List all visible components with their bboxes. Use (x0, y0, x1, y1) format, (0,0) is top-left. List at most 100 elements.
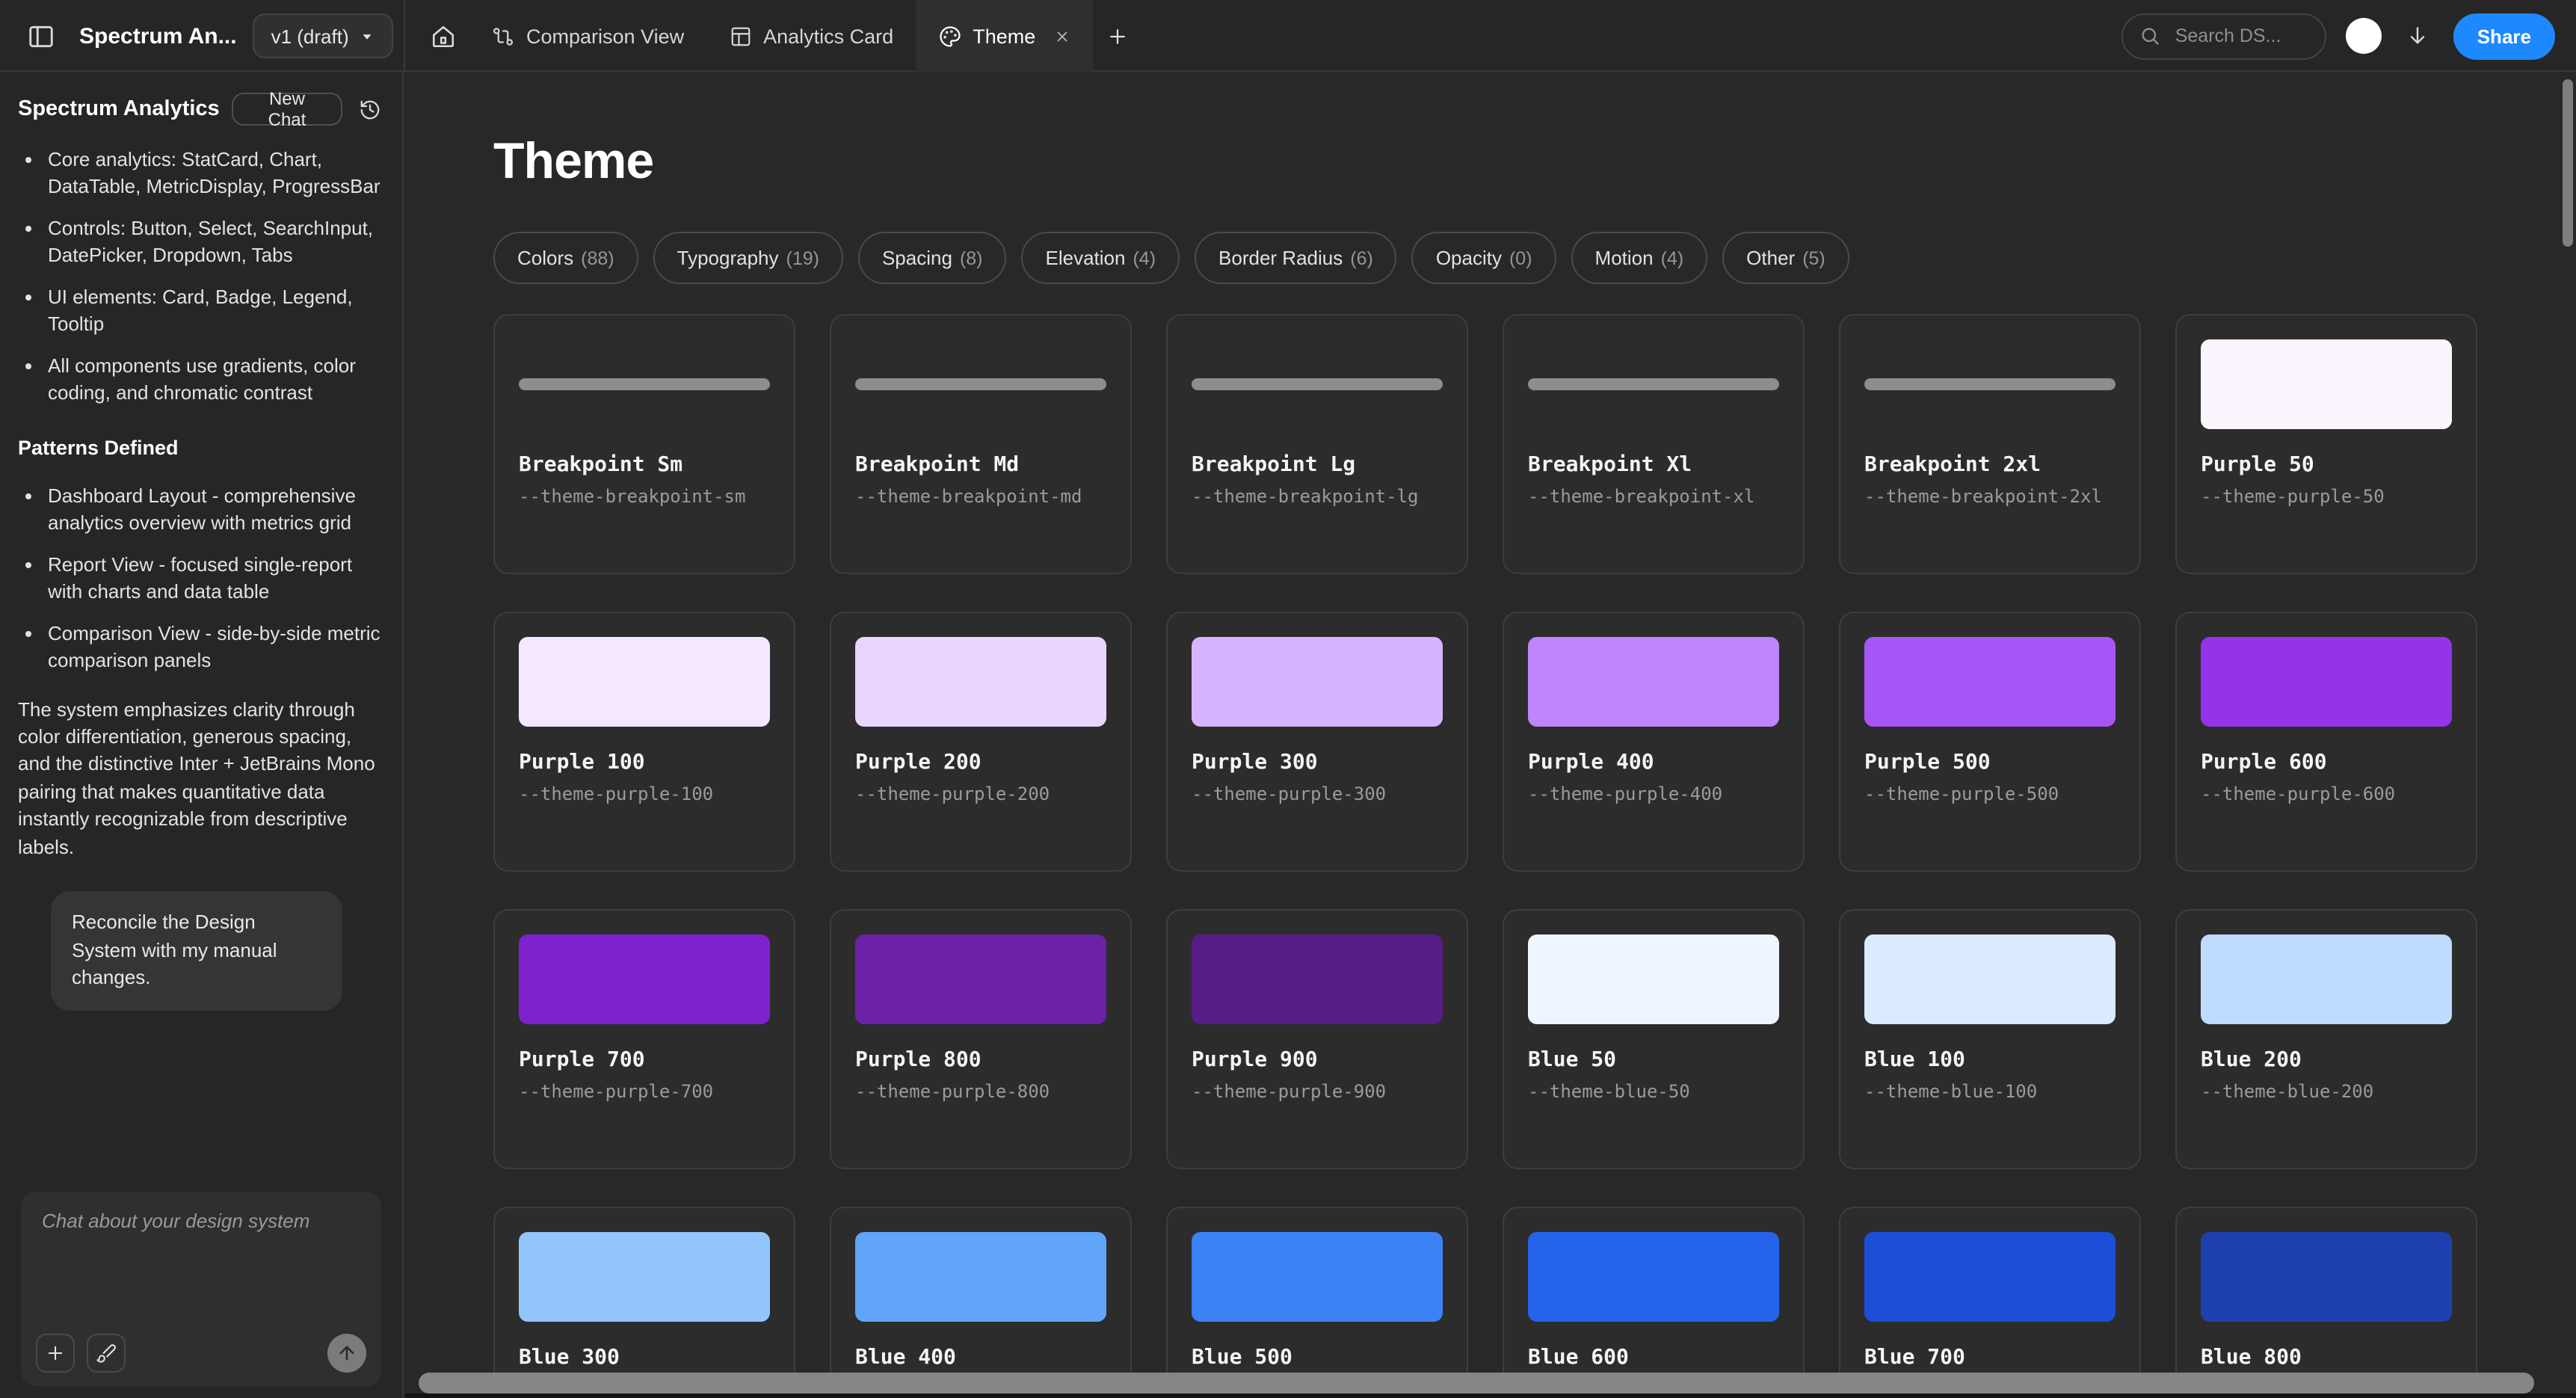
palette-icon (938, 25, 961, 47)
filter-chip-count: (4) (1133, 248, 1156, 269)
pattern-bullet: Comparison View - side-by-side metric co… (48, 620, 384, 675)
pattern-bullet: Dashboard Layout - comprehensive analyti… (48, 483, 384, 538)
token-variable: --theme-breakpoint-sm (519, 487, 770, 508)
token-card-breakpoint-sm[interactable]: Breakpoint Sm--theme-breakpoint-sm (493, 315, 795, 575)
token-card-blue-700[interactable]: Blue 700--theme-blue-700 (1839, 1207, 2141, 1398)
token-card-breakpoint-md[interactable]: Breakpoint Md--theme-breakpoint-md (830, 315, 1132, 575)
color-swatch (1528, 1233, 1779, 1322)
filter-chip-count: (6) (1350, 248, 1373, 269)
token-name: Blue 300 (519, 1346, 770, 1370)
topbar-left: Spectrum An... v1 (draft) (18, 0, 394, 72)
token-card-purple-400[interactable]: Purple 400--theme-purple-400 (1503, 612, 1805, 872)
token-card-blue-600[interactable]: Blue 600--theme-blue-600 (1503, 1207, 1805, 1398)
tab-analytics-card[interactable]: Analytics Card (706, 0, 916, 72)
filter-chip-spacing[interactable]: Spacing(8) (858, 233, 1007, 285)
style-brush-button[interactable] (87, 1334, 126, 1373)
token-card-blue-100[interactable]: Blue 100--theme-blue-100 (1839, 910, 2141, 1170)
color-swatch (2201, 340, 2452, 430)
token-name: Purple 700 (519, 1049, 770, 1073)
breakpoint-bar (1864, 379, 2116, 391)
home-tab-button[interactable] (416, 0, 469, 72)
filter-chip-typography[interactable]: Typography(19) (653, 233, 843, 285)
download-button[interactable] (2401, 13, 2434, 58)
home-icon (430, 23, 455, 49)
close-tab-button[interactable] (1053, 28, 1070, 44)
attach-button[interactable] (36, 1334, 75, 1373)
version-dropdown[interactable]: v1 (draft) (253, 13, 394, 58)
filter-chip-count: (5) (1802, 248, 1825, 269)
new-chat-button[interactable]: New Chat (232, 93, 343, 126)
breakpoint-preview (1192, 340, 1443, 430)
search-input[interactable] (2172, 24, 2308, 48)
token-card-purple-900[interactable]: Purple 900--theme-purple-900 (1166, 910, 1468, 1170)
token-card-blue-300[interactable]: Blue 300--theme-blue-300 (493, 1207, 795, 1398)
token-card-purple-500[interactable]: Purple 500--theme-purple-500 (1839, 612, 2141, 872)
share-button[interactable]: Share (2453, 13, 2555, 59)
token-variable: --theme-purple-400 (1528, 784, 1779, 805)
version-label: v1 (draft) (271, 25, 349, 47)
tab-theme[interactable]: Theme (916, 0, 1092, 72)
color-swatch (519, 935, 770, 1025)
search-box[interactable] (2121, 13, 2326, 59)
breakpoint-bar (519, 379, 770, 391)
token-card-purple-800[interactable]: Purple 800--theme-purple-800 (830, 910, 1132, 1170)
topbar: Spectrum An... v1 (draft) Comparison Vie… (0, 0, 2576, 72)
topbar-right: Share (2121, 0, 2555, 72)
breakpoint-preview (519, 340, 770, 430)
filter-chip-other[interactable]: Other(5) (1722, 233, 1849, 285)
token-variable: --theme-purple-200 (855, 784, 1106, 805)
filter-chip-border-radius[interactable]: Border Radius(6) (1195, 233, 1397, 285)
filter-chip-count: (88) (581, 248, 614, 269)
token-card-breakpoint-xl[interactable]: Breakpoint Xl--theme-breakpoint-xl (1503, 315, 1805, 575)
sidebar-toggle-button[interactable] (18, 13, 63, 58)
token-card-blue-400[interactable]: Blue 400--theme-blue-400 (830, 1207, 1132, 1398)
filter-chip-elevation[interactable]: Elevation(4) (1022, 233, 1180, 285)
vertical-scrollbar[interactable] (2563, 79, 2573, 247)
token-card-blue-50[interactable]: Blue 50--theme-blue-50 (1503, 910, 1805, 1170)
horizontal-scrollbar[interactable] (419, 1373, 2534, 1394)
token-name: Purple 900 (1192, 1049, 1443, 1073)
token-card-purple-100[interactable]: Purple 100--theme-purple-100 (493, 612, 795, 872)
chat-input-box (21, 1192, 381, 1386)
sidebar-title: Spectrum Analytics (18, 93, 220, 124)
filter-chip-opacity[interactable]: Opacity(0) (1412, 233, 1556, 285)
filter-chip-count: (0) (1509, 248, 1532, 269)
color-swatch (855, 1233, 1106, 1322)
history-button[interactable] (354, 94, 384, 124)
token-variable: --theme-purple-800 (855, 1082, 1106, 1103)
plus-icon (45, 1343, 66, 1364)
filter-chip-count: (4) (1661, 248, 1684, 269)
app-window: Spectrum An... v1 (draft) Comparison Vie… (0, 0, 2576, 1398)
token-card-purple-700[interactable]: Purple 700--theme-purple-700 (493, 910, 795, 1170)
token-card-blue-200[interactable]: Blue 200--theme-blue-200 (2175, 910, 2477, 1170)
token-card-breakpoint-2xl[interactable]: Breakpoint 2xl--theme-breakpoint-2xl (1839, 315, 2141, 575)
token-card-breakpoint-lg[interactable]: Breakpoint Lg--theme-breakpoint-lg (1166, 315, 1468, 575)
pattern-bullet: Report View - focused single-report with… (48, 551, 384, 606)
breakpoint-preview (1864, 340, 2116, 430)
tab-comparison-view[interactable]: Comparison View (469, 0, 706, 72)
chat-actions (36, 1334, 366, 1373)
page-title: Theme (493, 135, 2576, 191)
token-name: Purple 300 (1192, 751, 1443, 775)
chat-input[interactable] (39, 1207, 363, 1305)
app-title: Spectrum An... (79, 23, 237, 49)
breakpoint-bar (1528, 379, 1779, 391)
filter-chip-colors[interactable]: Colors(88) (493, 233, 638, 285)
new-tab-button[interactable] (1092, 0, 1143, 72)
plus-icon (1106, 25, 1129, 47)
token-card-purple-300[interactable]: Purple 300--theme-purple-300 (1166, 612, 1468, 872)
color-swatch (1864, 638, 2116, 727)
filter-chip-count: (19) (786, 248, 819, 269)
summary-paragraph: The system emphasizes clarity through co… (18, 696, 384, 861)
tab-label: Comparison View (526, 25, 684, 47)
token-card-purple-600[interactable]: Purple 600--theme-purple-600 (2175, 612, 2477, 872)
color-swatch (2201, 935, 2452, 1025)
token-card-blue-800[interactable]: Blue 800--theme-blue-800 (2175, 1207, 2477, 1398)
panel-left-icon (26, 22, 55, 50)
token-card-blue-500[interactable]: Blue 500--theme-blue-500 (1166, 1207, 1468, 1398)
filter-chip-motion[interactable]: Motion(4) (1571, 233, 1708, 285)
token-card-purple-50[interactable]: Purple 50--theme-purple-50 (2175, 315, 2477, 575)
avatar[interactable] (2346, 18, 2382, 54)
token-card-purple-200[interactable]: Purple 200--theme-purple-200 (830, 612, 1132, 872)
send-button[interactable] (327, 1334, 366, 1373)
